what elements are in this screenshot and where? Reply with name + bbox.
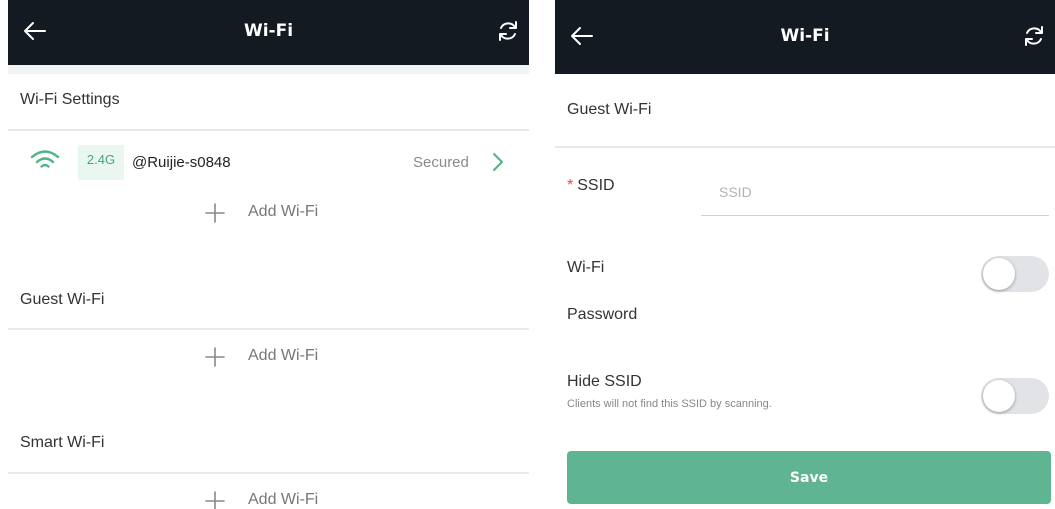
divider <box>8 129 529 131</box>
divider <box>8 328 529 330</box>
wifi-password-toggle[interactable] <box>981 256 1049 292</box>
network-ssid: @Ruijie-s0848 <box>132 154 231 171</box>
page-title: Wi-Fi <box>243 21 294 41</box>
wifi-password-label-line1: Wi-Fi <box>567 259 605 276</box>
header-bar: Wi-Fi <box>8 0 529 65</box>
plus-icon <box>205 491 225 509</box>
security-status: Secured <box>413 154 469 171</box>
ssid-label-text: SSID <box>577 177 615 194</box>
toggle-knob <box>983 258 1015 290</box>
add-wifi-label: Add Wi-Fi <box>248 203 319 220</box>
guest-wifi-title: Guest Wi-Fi <box>20 291 105 308</box>
hide-ssid-label: Hide SSID <box>567 373 642 390</box>
hide-ssid-toggle[interactable] <box>981 378 1049 414</box>
page-title: Wi-Fi <box>780 26 830 46</box>
chevron-right-icon <box>493 153 503 171</box>
add-wifi-label: Add Wi-Fi <box>248 347 319 364</box>
wifi-network-row[interactable]: 2.4G @Ruijie-s0848 Secured <box>8 142 529 186</box>
toggle-knob <box>983 380 1015 412</box>
refresh-icon[interactable] <box>495 18 521 44</box>
ssid-label: * SSID <box>567 177 615 195</box>
section-title: Guest Wi-Fi <box>567 101 652 118</box>
divider <box>8 472 529 474</box>
header-divider <box>8 65 529 74</box>
divider <box>555 146 1055 148</box>
hide-ssid-hint: Clients will not find this SSID by scann… <box>567 398 772 410</box>
wifi-icon <box>30 150 60 168</box>
refresh-icon[interactable] <box>1021 23 1047 49</box>
wifi-password-label-line2: Password <box>567 306 638 323</box>
required-mark: * <box>567 177 574 194</box>
header-bar: Wi-Fi <box>555 0 1055 74</box>
save-button[interactable]: Save <box>567 451 1051 504</box>
wifi-settings-title: Wi-Fi Settings <box>20 91 120 108</box>
band-badge: 2.4G <box>78 145 124 180</box>
guest-wifi-form-screen: Wi-Fi Guest Wi-Fi *SSID Wi-Fi Password H… <box>555 0 1055 509</box>
wifi-list-screen: Wi-Fi Wi-Fi Settings 2.4G @Ruijie-s0848 … <box>8 0 529 509</box>
add-wifi-label: Add Wi-Fi <box>248 491 319 508</box>
ssid-input[interactable] <box>701 168 1049 216</box>
plus-icon <box>205 203 225 223</box>
smart-wifi-title: Smart Wi-Fi <box>20 434 105 451</box>
plus-icon <box>205 347 225 367</box>
